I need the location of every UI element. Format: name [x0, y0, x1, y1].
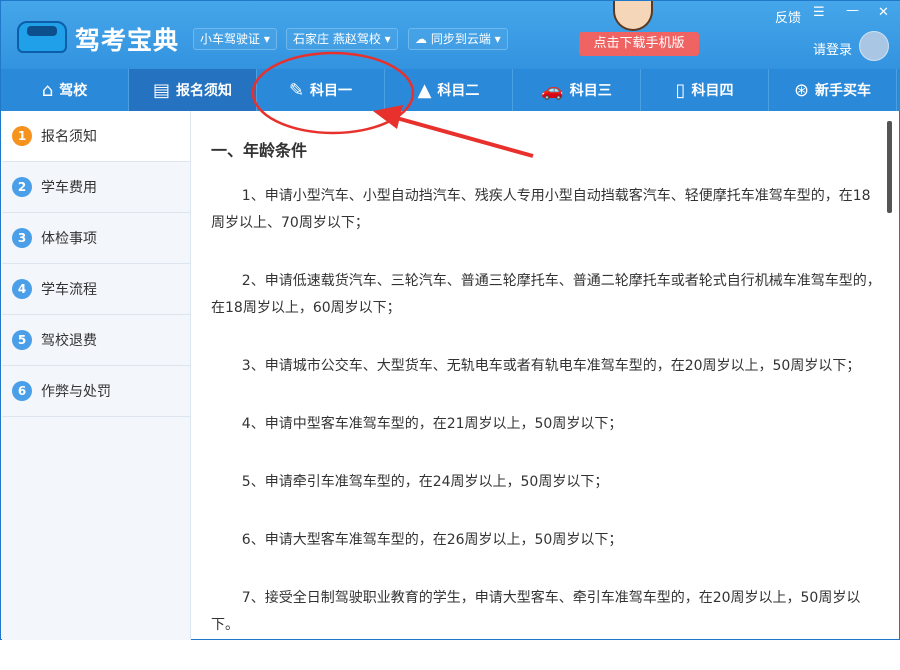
step-number: 6: [12, 381, 32, 401]
login-link[interactable]: 请登录: [813, 39, 852, 58]
tab-label: 科目三: [569, 83, 612, 99]
sidebar-item-label: 作弊与处罚: [41, 384, 111, 400]
tab-1[interactable]: ▤ 报名须知: [129, 69, 257, 111]
sidebar-item[interactable]: 2 学车费用: [2, 162, 190, 213]
car-logo-icon: [17, 21, 67, 53]
sidebar-item[interactable]: 1 报名须知: [2, 111, 190, 162]
paragraph: 4、申请中型客车准驾车型的，在21周岁以上，50周岁以下；: [241, 416, 623, 432]
sidebar-item[interactable]: 6 作弊与处罚: [2, 366, 190, 417]
sidebar-item-label: 学车流程: [41, 282, 97, 298]
license-select[interactable]: 小车驾驶证 ▾: [193, 28, 277, 50]
tab-icon: ▲: [417, 79, 432, 101]
section-heading: 一、年龄条件: [211, 141, 308, 160]
paragraph: 7、接受全日制驾驶职业教育的学生，申请大型客车、牵引车准驾车型的，在20周岁以上…: [211, 590, 861, 633]
sync-label: 同步到云端: [430, 32, 491, 46]
sync-button[interactable]: ☁ 同步到云端 ▾: [408, 28, 508, 50]
sidebar: 1 报名须知 2 学车费用 3 体检事项 4 学车流程 5 驾校退费 6 作弊与处罚: [2, 111, 191, 640]
tab-3[interactable]: ▲ 科目二: [385, 69, 513, 111]
school-select[interactable]: 石家庄 燕赵驾校 ▾: [286, 28, 398, 50]
tab-label: 新手买车: [815, 83, 872, 99]
tab-icon: ▤: [152, 79, 170, 101]
tab-icon: ⊛: [793, 79, 810, 101]
paragraph: 5、申请牵引车准驾车型的，在24周岁以上，50周岁以下；: [241, 474, 609, 490]
sidebar-item-label: 学车费用: [41, 180, 97, 196]
tab-label: 科目二: [437, 83, 480, 99]
step-number: 5: [12, 330, 32, 350]
tab-label: 科目四: [691, 83, 734, 99]
close-icon[interactable]: ✕: [878, 5, 889, 20]
tab-0[interactable]: ⌂ 驾校: [1, 69, 129, 111]
minimize-icon[interactable]: —: [846, 3, 859, 18]
sidebar-item[interactable]: 4 学车流程: [2, 264, 190, 315]
tab-4[interactable]: 🚗 科目三: [513, 69, 641, 111]
scrollbar-thumb[interactable]: [887, 121, 892, 213]
tab-icon: ▯: [675, 79, 686, 101]
sidebar-item-label: 体检事项: [41, 231, 97, 247]
tab-label: 科目一: [310, 83, 353, 99]
feedback-link[interactable]: 反馈: [775, 7, 801, 26]
app-title: 驾考宝典: [75, 26, 180, 55]
paragraph: 6、申请大型客车准驾车型的，在26周岁以上，50周岁以下；: [241, 532, 623, 548]
content: 一、年龄条件 1、申请小型汽车、小型自动挡汽车、残疾人专用小型自动挡载客汽车、轻…: [211, 111, 881, 670]
cloud-icon: ☁: [415, 32, 427, 46]
header: 驾考宝典 小车驾驶证 ▾ 石家庄 燕赵驾校 ▾ ☁ 同步到云端 ▾ 点击下载手机…: [1, 1, 900, 69]
tab-icon: 🚗: [541, 79, 564, 101]
paragraph: 3、申请城市公交车、大型货车、无轨电车或者有轨电车准驾车型的，在20周岁以上，5…: [241, 358, 861, 374]
tab-icon: ⌂: [41, 79, 54, 101]
menu-icon[interactable]: ☰: [813, 5, 825, 20]
sidebar-item[interactable]: 5 驾校退费: [2, 315, 190, 366]
step-number: 1: [12, 126, 32, 146]
tab-label: 驾校: [59, 83, 88, 99]
step-number: 4: [12, 279, 32, 299]
main-nav: ⌂ 驾校 ▤ 报名须知 ✎ 科目一 ▲ 科目二 🚗 科目三 ▯ 科目四 ⊛ 新手买车: [1, 69, 900, 111]
sidebar-item-label: 驾校退费: [41, 333, 97, 349]
mascot-icon: [613, 1, 653, 31]
step-number: 2: [12, 177, 32, 197]
paragraph: 2、申请低速载货汽车、三轮汽车、普通三轮摩托车、普通二轮摩托车或者轮式自行机械车…: [211, 273, 881, 316]
download-mobile-button[interactable]: 点击下载手机版: [579, 32, 699, 56]
app-window: 驾考宝典 小车驾驶证 ▾ 石家庄 燕赵驾校 ▾ ☁ 同步到云端 ▾ 点击下载手机…: [0, 0, 900, 640]
tab-2[interactable]: ✎ 科目一: [257, 69, 385, 111]
step-number: 3: [12, 228, 32, 248]
tab-label: 报名须知: [176, 83, 232, 99]
sidebar-item-label: 报名须知: [41, 129, 97, 145]
license-select-value: 小车驾驶证: [200, 32, 261, 46]
tab-6[interactable]: ⊛ 新手买车: [769, 69, 897, 111]
tab-5[interactable]: ▯ 科目四: [641, 69, 769, 111]
scrollbar[interactable]: [887, 121, 895, 631]
tab-icon: ✎: [288, 79, 305, 101]
paragraph: 1、申请小型汽车、小型自动挡汽车、残疾人专用小型自动挡载客汽车、轻便摩托车准驾车…: [211, 188, 871, 231]
school-select-value: 石家庄 燕赵驾校: [293, 32, 381, 46]
sidebar-item[interactable]: 3 体检事项: [2, 213, 190, 264]
avatar[interactable]: [859, 31, 889, 61]
